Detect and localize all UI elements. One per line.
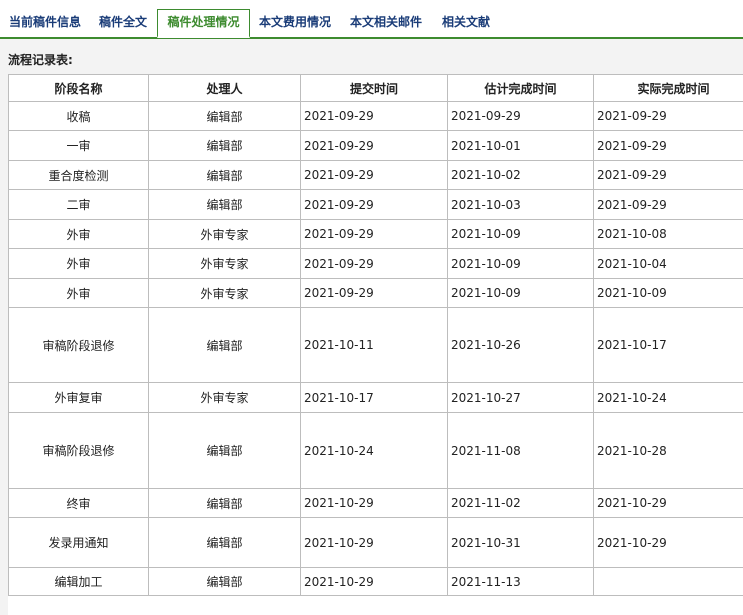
cell-stage: 终审 [8, 488, 149, 518]
header-submitted: 提交时间 [300, 74, 448, 102]
cell-estimated: 2021-10-01 [447, 130, 594, 161]
cell-stage: 外审 [8, 219, 149, 249]
table-header-row: 阶段名称 处理人 提交时间 估计完成时间 实际完成时间 [8, 74, 743, 102]
cell-stage: 收稿 [8, 101, 149, 131]
section-title: 流程记录表: [8, 53, 73, 67]
cell-actual: 2021-10-29 [593, 517, 743, 568]
cell-actual: 2021-09-29 [593, 160, 743, 190]
table-row: 发录用通知 编辑部 2021-10-29 2021-10-31 2021-10-… [8, 517, 743, 568]
cell-actual: 2021-09-29 [593, 130, 743, 161]
tab-manuscript-fulltext[interactable]: 稿件全文 [99, 10, 147, 38]
cell-handler: 外审专家 [148, 382, 301, 413]
table-row: 外审 外审专家 2021-09-29 2021-10-09 2021-10-09 [8, 278, 743, 308]
cell-handler: 编辑部 [148, 101, 301, 131]
cell-submitted: 2021-10-24 [300, 412, 448, 489]
cell-submitted: 2021-10-17 [300, 382, 448, 413]
cell-handler: 外审专家 [148, 248, 301, 279]
table-row: 编辑加工 编辑部 2021-10-29 2021-11-13 [8, 567, 743, 596]
cell-stage: 重合度检测 [8, 160, 149, 190]
header-actual: 实际完成时间 [593, 74, 743, 102]
cell-handler: 编辑部 [148, 307, 301, 383]
cell-handler: 外审专家 [148, 278, 301, 308]
table-row: 终审 编辑部 2021-10-29 2021-11-02 2021-10-29 [8, 488, 743, 518]
cell-estimated: 2021-10-09 [447, 248, 594, 279]
cell-handler: 编辑部 [148, 130, 301, 161]
table-row: 收稿 编辑部 2021-09-29 2021-09-29 2021-09-29 [8, 101, 743, 131]
process-record-table-container: 阶段名称 处理人 提交时间 估计完成时间 实际完成时间 收稿 编辑部 2021-… [8, 74, 743, 615]
process-record-table: 阶段名称 处理人 提交时间 估计完成时间 实际完成时间 收稿 编辑部 2021-… [8, 74, 743, 596]
header-stage: 阶段名称 [8, 74, 149, 102]
cell-handler: 编辑部 [148, 412, 301, 489]
cell-estimated: 2021-11-02 [447, 488, 594, 518]
tab-current-manuscript-info[interactable]: 当前稿件信息 [9, 10, 81, 38]
cell-submitted: 2021-09-29 [300, 189, 448, 220]
cell-stage: 一审 [8, 130, 149, 161]
header-handler: 处理人 [148, 74, 301, 102]
header-estimated: 估计完成时间 [447, 74, 594, 102]
table-row: 外审复审 外审专家 2021-10-17 2021-10-27 2021-10-… [8, 382, 743, 413]
cell-stage: 审稿阶段退修 [8, 412, 149, 489]
cell-stage: 二审 [8, 189, 149, 220]
cell-submitted: 2021-09-29 [300, 160, 448, 190]
tab-bar: 当前稿件信息 稿件全文 稿件处理情况 本文费用情况 本文相关邮件 相关文献 [0, 0, 743, 39]
table-row: 审稿阶段退修 编辑部 2021-10-24 2021-11-08 2021-10… [8, 412, 743, 489]
cell-handler: 编辑部 [148, 488, 301, 518]
cell-submitted: 2021-09-29 [300, 248, 448, 279]
cell-stage: 发录用通知 [8, 517, 149, 568]
cell-estimated: 2021-11-13 [447, 567, 594, 596]
cell-actual: 2021-10-28 [593, 412, 743, 489]
cell-stage: 审稿阶段退修 [8, 307, 149, 383]
cell-actual: 2021-09-29 [593, 189, 743, 220]
cell-handler: 编辑部 [148, 517, 301, 568]
cell-actual: 2021-10-24 [593, 382, 743, 413]
cell-actual: 2021-10-08 [593, 219, 743, 249]
cell-actual [593, 567, 743, 596]
table-row: 审稿阶段退修 编辑部 2021-10-11 2021-10-26 2021-10… [8, 307, 743, 383]
cell-estimated: 2021-10-09 [447, 278, 594, 308]
cell-estimated: 2021-10-09 [447, 219, 594, 249]
cell-handler: 编辑部 [148, 189, 301, 220]
cell-estimated: 2021-11-08 [447, 412, 594, 489]
table-row: 二审 编辑部 2021-09-29 2021-10-03 2021-09-29 [8, 189, 743, 220]
content-panel: 流程记录表: 阶段名称 处理人 提交时间 估计完成时间 实际完成时间 收稿 编辑… [0, 39, 743, 615]
cell-stage: 外审复审 [8, 382, 149, 413]
cell-submitted: 2021-09-29 [300, 130, 448, 161]
cell-submitted: 2021-10-29 [300, 567, 448, 596]
cell-estimated: 2021-10-27 [447, 382, 594, 413]
cell-estimated: 2021-09-29 [447, 101, 594, 131]
table-row: 外审 外审专家 2021-09-29 2021-10-09 2021-10-04 [8, 248, 743, 279]
cell-estimated: 2021-10-02 [447, 160, 594, 190]
table-row: 一审 编辑部 2021-09-29 2021-10-01 2021-09-29 [8, 130, 743, 161]
cell-actual: 2021-10-29 [593, 488, 743, 518]
cell-submitted: 2021-10-29 [300, 488, 448, 518]
cell-stage: 外审 [8, 248, 149, 279]
cell-stage: 外审 [8, 278, 149, 308]
table-row: 外审 外审专家 2021-09-29 2021-10-09 2021-10-08 [8, 219, 743, 249]
cell-estimated: 2021-10-03 [447, 189, 594, 220]
cell-handler: 外审专家 [148, 219, 301, 249]
cell-submitted: 2021-10-29 [300, 517, 448, 568]
tab-related-literature[interactable]: 相关文献 [442, 10, 490, 38]
cell-actual: 2021-10-09 [593, 278, 743, 308]
tab-manuscript-processing[interactable]: 稿件处理情况 [157, 9, 250, 38]
tab-article-fees[interactable]: 本文费用情况 [259, 10, 331, 38]
cell-submitted: 2021-09-29 [300, 219, 448, 249]
cell-estimated: 2021-10-31 [447, 517, 594, 568]
cell-submitted: 2021-09-29 [300, 278, 448, 308]
cell-stage: 编辑加工 [8, 567, 149, 596]
cell-submitted: 2021-09-29 [300, 101, 448, 131]
cell-actual: 2021-10-04 [593, 248, 743, 279]
cell-submitted: 2021-10-11 [300, 307, 448, 383]
cell-handler: 编辑部 [148, 160, 301, 190]
cell-handler: 编辑部 [148, 567, 301, 596]
cell-actual: 2021-10-17 [593, 307, 743, 383]
tab-related-emails[interactable]: 本文相关邮件 [350, 10, 422, 38]
cell-estimated: 2021-10-26 [447, 307, 594, 383]
table-row: 重合度检测 编辑部 2021-09-29 2021-10-02 2021-09-… [8, 160, 743, 190]
cell-actual: 2021-09-29 [593, 101, 743, 131]
page: 当前稿件信息 稿件全文 稿件处理情况 本文费用情况 本文相关邮件 相关文献 流程… [0, 0, 743, 615]
